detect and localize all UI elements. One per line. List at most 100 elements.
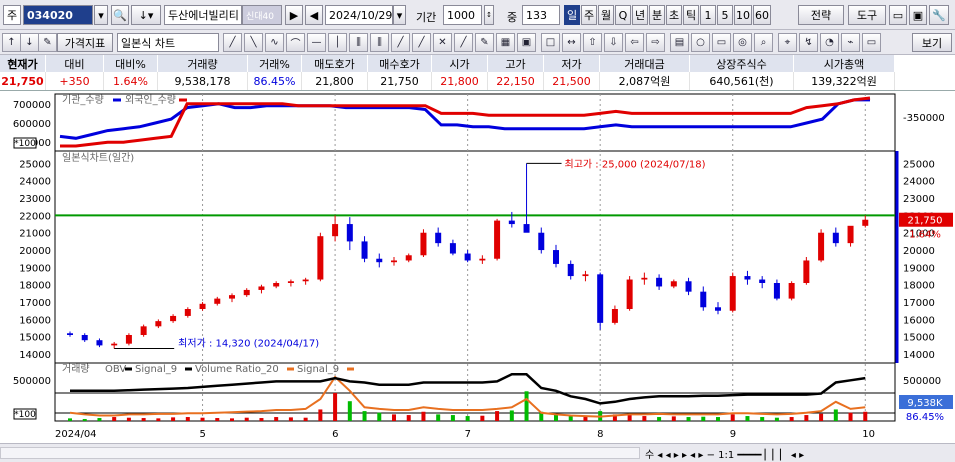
price-y-tick-left-4: 18000 xyxy=(19,281,51,292)
volume-bar-0 xyxy=(68,418,72,421)
sort-icon[interactable]: ↓▾ xyxy=(131,5,161,25)
period-button-7[interactable]: 틱 xyxy=(683,5,699,25)
code-dropdown-icon[interactable]: ▾ xyxy=(94,5,108,25)
draw-tool-icon-8[interactable]: ╱ xyxy=(391,33,410,52)
quote-header-6: 매수호가 xyxy=(368,55,432,72)
view-button[interactable]: 보기 xyxy=(912,33,952,52)
draw-tool-icon-7[interactable]: ⫼ xyxy=(370,33,389,52)
draw-tool-icon-22[interactable]: ○ xyxy=(691,33,710,52)
draw-tool-icon-1[interactable]: ╲ xyxy=(244,33,263,52)
draw-tool-icon-24[interactable]: ◎ xyxy=(733,33,752,52)
quote-value-11: 640,561(천) xyxy=(690,72,794,90)
volume-bar-3 xyxy=(112,417,117,421)
period-button-11[interactable]: 60 xyxy=(753,5,771,25)
draw-tool-icon-5[interactable]: │ xyxy=(328,33,347,52)
volume-bar-5 xyxy=(141,418,146,421)
folder-icon[interactable]: ▭ xyxy=(889,5,907,25)
edit-icon[interactable]: ✎ xyxy=(38,33,57,52)
period-input[interactable]: 1000 xyxy=(443,5,482,25)
chart-type-select[interactable]: 일본식 차트 xyxy=(117,33,219,52)
draw-tool-icon-26[interactable]: ⌖ xyxy=(778,33,797,52)
tools-button[interactable]: 도구 xyxy=(848,5,886,25)
draw-tool-icon-21[interactable]: ▤ xyxy=(670,33,689,52)
volume-bar-49 xyxy=(789,417,794,421)
volume-bar-21 xyxy=(377,412,382,421)
quote-header-2: 대비% xyxy=(104,55,158,72)
price-y-tick-right-0: 14000 xyxy=(903,350,935,361)
candle-body-32 xyxy=(538,232,545,251)
calendar-dropdown-icon[interactable]: ▾ xyxy=(393,5,406,25)
chart-area[interactable]: 2024/04 5 6 7 8 9 10 500000 600000 700000 -350000 *… xyxy=(0,91,955,443)
draw-tool-icon-20[interactable]: ⇨ xyxy=(646,33,665,52)
period-button-3[interactable]: Q xyxy=(615,5,631,25)
down-arrow-icon[interactable]: ↓ xyxy=(20,33,39,52)
volume-legend-1: Signal_9 xyxy=(135,364,177,375)
draw-tool-icon-25[interactable]: ⌕ xyxy=(754,33,773,52)
draw-tool-icon-17[interactable]: ⇧ xyxy=(583,33,602,52)
wrench-icon[interactable]: 🔧 xyxy=(929,5,949,25)
up-arrow-icon[interactable]: ↑ xyxy=(2,33,21,52)
volume-bar-44 xyxy=(716,417,720,421)
play-forward-icon[interactable]: ▶ xyxy=(285,5,303,25)
period-spin-icon[interactable]: ↕ xyxy=(484,5,494,25)
bottom-bar: 수 ◂ ◂ ▸ ▸ ◂ ▸ − 1:1 ━━━━ ▏▏▏ ◂ ▸ xyxy=(0,443,955,462)
volume-bar-30 xyxy=(509,410,514,421)
draw-tool-icon-19[interactable]: ⇦ xyxy=(625,33,644,52)
mid-input[interactable]: 133 xyxy=(522,5,560,25)
quote-header-12: 시가총액 xyxy=(794,55,895,72)
draw-tool-icon-23[interactable]: ▭ xyxy=(712,33,731,52)
draw-tool-icon-0[interactable]: ╱ xyxy=(223,33,242,52)
draw-tool-icon-28[interactable]: ◔ xyxy=(820,33,839,52)
bottom-nav-icons[interactable]: 수 ◂ ◂ ▸ ▸ ◂ ▸ − 1:1 ━━━━ ▏▏▏ ◂ ▸ xyxy=(645,446,804,461)
quote-value-2: 1.64% xyxy=(104,72,158,90)
candle-body-29 xyxy=(494,220,501,259)
candle-body-0 xyxy=(67,333,73,335)
quote-header-10: 거래대금 xyxy=(600,55,690,72)
draw-tool-icon-14[interactable]: ▣ xyxy=(517,33,536,52)
draw-tool-icon-13[interactable]: ▦ xyxy=(496,33,515,52)
period-button-4[interactable]: 년 xyxy=(632,5,648,25)
volume-bar-28 xyxy=(480,415,485,421)
draw-tool-icon-9[interactable]: ╱ xyxy=(412,33,431,52)
quote-header-7: 시가 xyxy=(432,55,488,72)
draw-tool-icon-11[interactable]: ╱ xyxy=(454,33,473,52)
draw-tool-icon-3[interactable]: ⌒ xyxy=(286,33,305,52)
period-button-1[interactable]: 주 xyxy=(581,5,597,25)
strategy-button[interactable]: 전략 xyxy=(798,5,844,25)
draw-tool-icon-2[interactable]: ∿ xyxy=(265,33,284,52)
price-y-tick-right-1: 15000 xyxy=(903,333,935,344)
tools-label: 도구 xyxy=(856,9,878,22)
candle-body-34 xyxy=(567,263,574,277)
period-button-0[interactable]: 일 xyxy=(564,5,580,25)
draw-tool-icon-30[interactable]: ▭ xyxy=(862,33,881,52)
horizontal-scrollbar[interactable] xyxy=(0,447,640,459)
search-icon[interactable]: 🔍 xyxy=(111,5,129,25)
period-button-6[interactable]: 초 xyxy=(666,5,682,25)
price-indicator-button[interactable]: 가격지표 xyxy=(57,33,113,52)
price-y-tick-right-9: 23000 xyxy=(903,194,935,205)
candle-body-45 xyxy=(729,276,736,311)
period-button-5[interactable]: 분 xyxy=(649,5,665,25)
main-toolbar: 주 034020 ▾ 🔍 ↓▾ 두산에너빌리티 신대40 ▶ ◀ 2024/10… xyxy=(0,0,955,30)
draw-tool-icon-6[interactable]: ⫼ xyxy=(349,33,368,52)
draw-tool-icon-29[interactable]: ⌁ xyxy=(841,33,860,52)
stock-code-input[interactable]: 034020 xyxy=(23,5,93,25)
period-button-8[interactable]: 1 xyxy=(700,5,716,25)
volume-bar-15 xyxy=(288,417,293,421)
draw-tool-icon-10[interactable]: ✕ xyxy=(433,33,452,52)
draw-tool-icon-16[interactable]: ↔ xyxy=(562,33,581,52)
play-back-icon[interactable]: ◀ xyxy=(305,5,323,25)
draw-tool-icon-18[interactable]: ⇩ xyxy=(604,33,623,52)
period-button-10[interactable]: 10 xyxy=(734,5,752,25)
draw-tool-icon-12[interactable]: ✎ xyxy=(475,33,494,52)
save-icon[interactable]: ▣ xyxy=(909,5,927,25)
market-prefix[interactable]: 주 xyxy=(3,5,21,25)
draw-tool-icon-15[interactable]: □ xyxy=(541,33,560,52)
quote-header-11: 상장주식수 xyxy=(690,55,794,72)
draw-tool-icon-4[interactable]: — xyxy=(307,33,326,52)
period-button-2[interactable]: 월 xyxy=(598,5,614,25)
period-button-9[interactable]: 5 xyxy=(717,5,733,25)
draw-tool-icon-27[interactable]: ↯ xyxy=(799,33,818,52)
investor-y-tick-1: 600000 xyxy=(13,119,51,130)
date-input[interactable]: 2024/10/29 xyxy=(325,5,393,25)
